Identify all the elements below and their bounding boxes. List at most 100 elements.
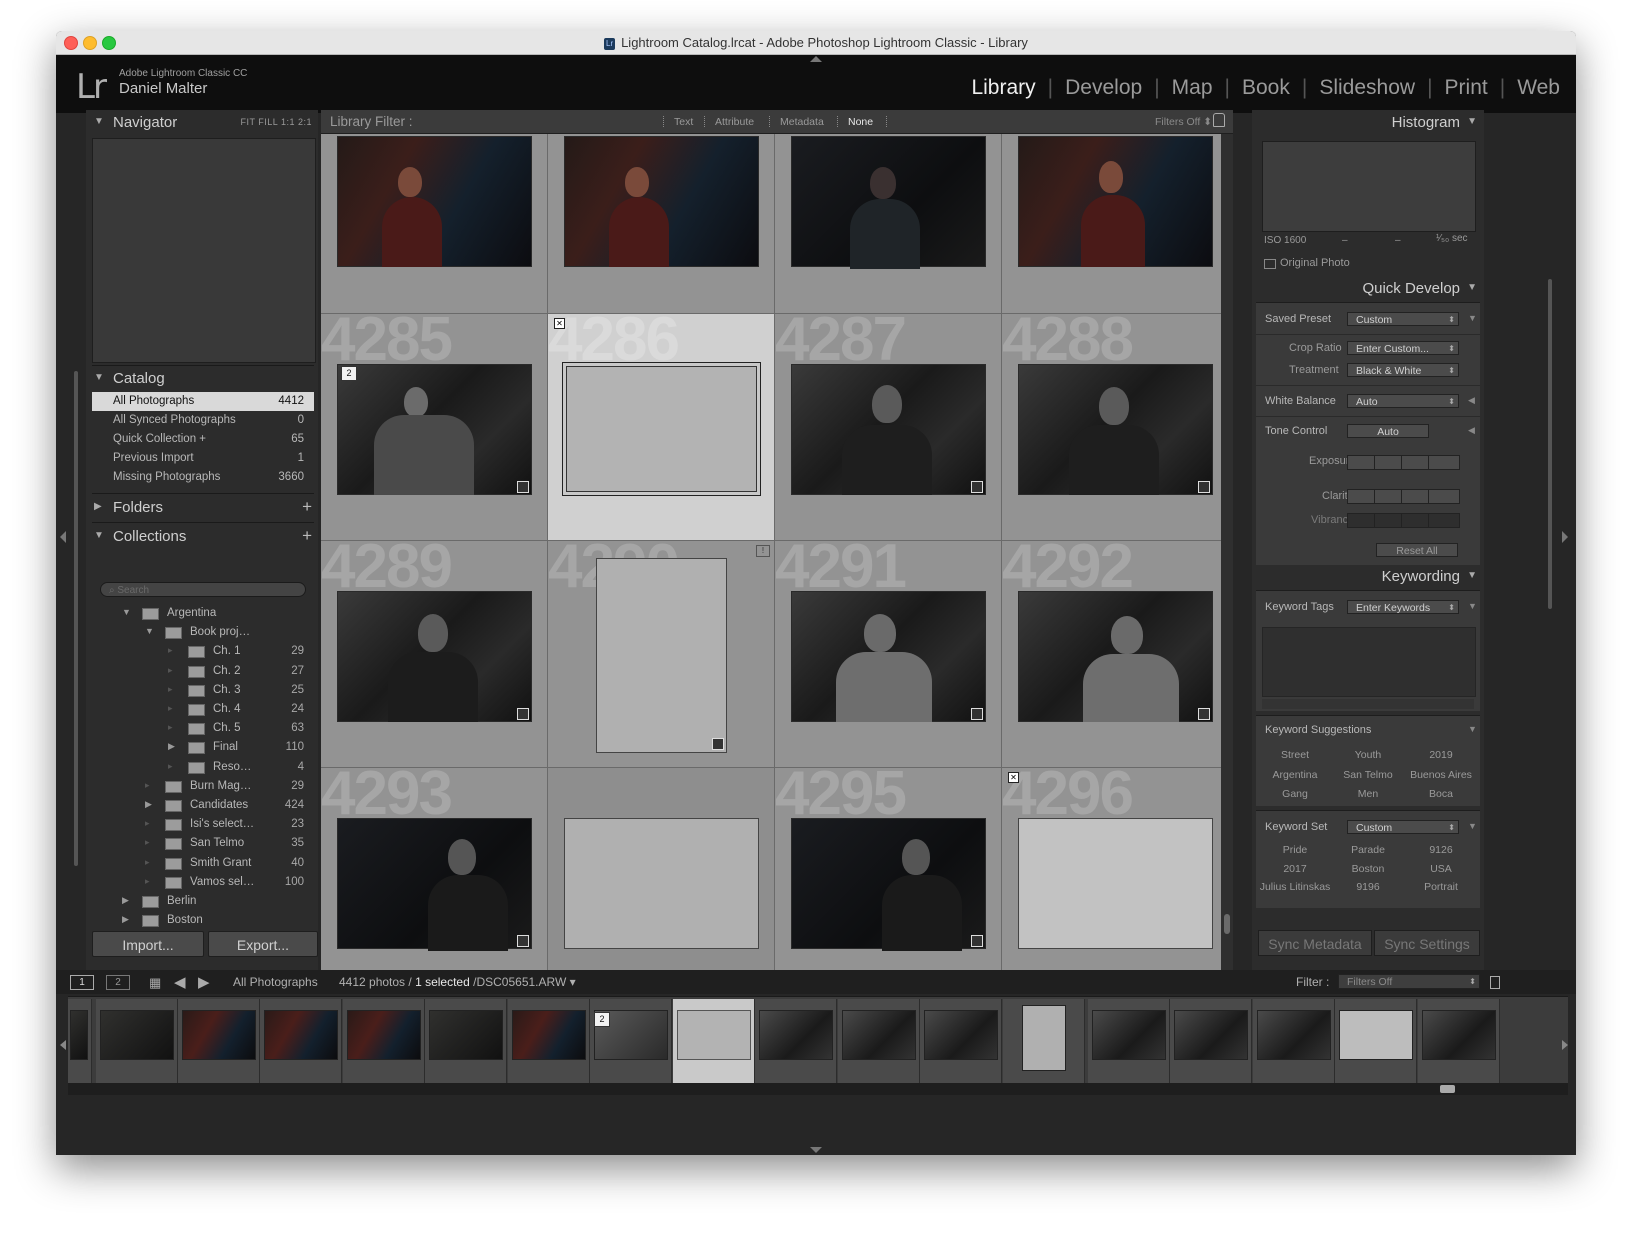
photo-thumbnail[interactable]	[1018, 591, 1213, 722]
bottom-panel-toggle-icon[interactable]	[810, 1147, 822, 1153]
collection-tree-item[interactable]: ▸ Ch. 5 63	[92, 719, 314, 738]
exposure-increase-small[interactable]	[1401, 455, 1429, 470]
original-photo-checkbox[interactable]	[1264, 259, 1276, 269]
disclosure-triangle-icon[interactable]: ▸	[145, 876, 150, 887]
grid-cell[interactable]: 4295	[775, 768, 1002, 985]
warning-icon[interactable]: !	[756, 545, 770, 557]
grid-cell[interactable]	[548, 768, 775, 985]
disclosure-triangle-icon[interactable]: ▸	[168, 665, 173, 676]
disclosure-triangle-icon[interactable]: ▸	[168, 703, 173, 714]
keyword-chip[interactable]: Argentina	[1258, 769, 1332, 781]
collection-tree-item[interactable]: ▶ Boston	[92, 911, 314, 930]
filmstrip-scrollbar[interactable]	[68, 1083, 1568, 1095]
photo-thumbnail[interactable]	[791, 818, 986, 951]
import-button[interactable]: Import...	[92, 931, 204, 957]
develop-adjusted-icon[interactable]	[712, 738, 724, 750]
auto-tone-button[interactable]: Auto	[1347, 424, 1429, 438]
grid-cell[interactable]: 4287	[775, 314, 1002, 541]
filters-off-select[interactable]: Filters Off ⬍	[1155, 116, 1212, 128]
disclosure-triangle-icon[interactable]: ▼	[145, 626, 154, 636]
filter-lock-icon[interactable]	[1490, 976, 1500, 989]
grid-cell[interactable]: 4289	[321, 541, 548, 768]
grid-scroll-thumb[interactable]	[1224, 914, 1230, 934]
grid-cell[interactable]	[321, 134, 548, 314]
zoom-window-button[interactable]	[102, 36, 116, 50]
collection-tree-item[interactable]: ▸ Ch. 1 29	[92, 642, 314, 661]
filmstrip-thumb[interactable]	[425, 999, 507, 1083]
stack-count-badge[interactable]: 2	[594, 1012, 610, 1027]
photo-thumbnail[interactable]	[337, 136, 532, 267]
exposure-increase-large[interactable]	[1428, 455, 1460, 470]
filmstrip-thumb[interactable]	[508, 999, 590, 1083]
photo-thumbnail[interactable]	[1018, 136, 1213, 267]
expand-triangle-icon[interactable]: ▼	[1468, 601, 1477, 611]
back-arrow-icon[interactable]: ◀	[174, 973, 186, 991]
catalog-header[interactable]: ▼ Catalog	[86, 366, 318, 392]
filmstrip-thumb[interactable]	[178, 999, 260, 1083]
module-slideshow[interactable]: Slideshow	[1319, 76, 1415, 100]
filter-none[interactable]: None	[848, 116, 873, 128]
keyword-chip[interactable]: 2019	[1404, 749, 1478, 761]
lock-icon[interactable]	[1213, 113, 1225, 127]
filmstrip-thumb[interactable]	[96, 999, 178, 1083]
keyword-chip[interactable]: 2017	[1258, 863, 1332, 875]
collection-tree-item[interactable]: ▸ San Telmo 35	[92, 834, 314, 853]
keyword-chip[interactable]: San Telmo	[1331, 769, 1405, 781]
filmstrip-thumb-selected[interactable]	[673, 999, 755, 1083]
filmstrip-thumb[interactable]	[1088, 999, 1170, 1083]
filmstrip-thumb[interactable]	[920, 999, 1002, 1083]
grid-cell[interactable]	[1002, 134, 1229, 314]
filmstrip-thumb[interactable]	[1418, 999, 1500, 1083]
collapse-triangle-icon[interactable]: ▼	[1468, 724, 1477, 734]
forward-arrow-icon[interactable]: ▶	[198, 973, 210, 991]
navigator-zoom-options[interactable]: FIT FILL 1:1 2:1	[240, 117, 312, 127]
second-window-button[interactable]: 2	[106, 975, 130, 990]
module-print[interactable]: Print	[1445, 76, 1488, 100]
grid-cell-selected[interactable]: 4286 ✕	[548, 314, 775, 541]
collection-tree-item[interactable]: ▶ Berlin	[92, 892, 314, 911]
grid-cell[interactable]: 4291	[775, 541, 1002, 768]
keyword-chip[interactable]: Boston	[1331, 863, 1405, 875]
folders-header[interactable]: ▶ Folders +	[86, 495, 318, 521]
reject-flag-icon[interactable]: ✕	[1008, 772, 1019, 783]
reject-flag-icon[interactable]: ✕	[554, 318, 565, 329]
navigator-preview[interactable]	[92, 138, 316, 363]
develop-adjusted-icon[interactable]	[971, 481, 983, 493]
disclosure-triangle-icon[interactable]: ▸	[145, 837, 150, 848]
keyword-chip[interactable]: Youth	[1331, 749, 1405, 761]
photo-thumbnail[interactable]	[791, 136, 986, 269]
collection-tree-item[interactable]: ▸ Isi's select… 23	[92, 815, 314, 834]
left-panel-toggle-icon[interactable]	[60, 531, 66, 543]
disclosure-triangle-icon[interactable]: ▶	[145, 799, 152, 810]
main-window-button[interactable]: 1	[70, 975, 94, 990]
develop-adjusted-icon[interactable]	[971, 708, 983, 720]
catalog-item-missing[interactable]: Missing Photographs 3660	[92, 468, 314, 487]
quick-develop-header[interactable]: Quick Develop ▼	[1252, 276, 1484, 302]
exposure-decrease-large[interactable]	[1347, 455, 1375, 470]
collection-tree-item[interactable]: ▶ Candidates 424	[92, 796, 314, 815]
keyword-entry-field[interactable]	[1262, 699, 1474, 709]
disclosure-triangle-icon[interactable]: ▸	[168, 684, 173, 695]
catalog-item-quick-collection[interactable]: Quick Collection + 65	[92, 430, 314, 449]
keyword-set-select[interactable]: Custom ⬍	[1347, 820, 1459, 834]
sync-metadata-button[interactable]: Sync Metadata	[1258, 930, 1372, 956]
grid-scrollbar[interactable]	[1221, 134, 1233, 985]
filmstrip-thumb[interactable]	[260, 999, 342, 1083]
white-balance-select[interactable]: Auto ⬍	[1347, 394, 1459, 408]
collection-tree-item[interactable]: ▸ Burn Mag… 29	[92, 777, 314, 796]
expand-triangle-icon[interactable]: ◀	[1468, 425, 1475, 436]
collection-tree-item[interactable]: ▸ Ch. 3 25	[92, 681, 314, 700]
right-panel-toggle-icon[interactable]	[1562, 531, 1568, 543]
close-window-button[interactable]	[64, 36, 78, 50]
keyword-chip[interactable]: 9126	[1404, 844, 1478, 856]
treatment-select[interactable]: Black & White ⬍	[1347, 363, 1459, 377]
vibrance-increase-large[interactable]	[1428, 513, 1460, 528]
keyword-tags-textarea[interactable]	[1262, 627, 1476, 697]
keyword-chip[interactable]: Men	[1331, 788, 1405, 800]
grid-cell[interactable]: 4293	[321, 768, 548, 985]
photo-thumbnail[interactable]	[564, 818, 759, 949]
develop-adjusted-icon[interactable]	[1198, 481, 1210, 493]
saved-preset-select[interactable]: Custom ⬍	[1347, 312, 1459, 326]
photo-thumbnail[interactable]	[1018, 364, 1213, 495]
catalog-item-all-synced[interactable]: All Synced Photographs 0	[92, 411, 314, 430]
